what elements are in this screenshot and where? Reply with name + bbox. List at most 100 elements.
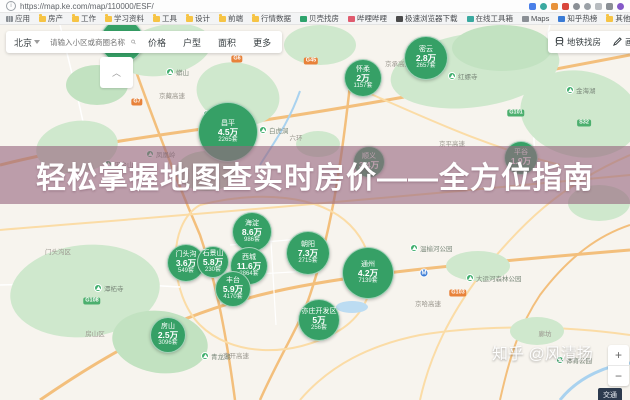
bookmark-item[interactable]: 其他书签: [606, 13, 630, 24]
filter-tab-4[interactable]: 更多: [253, 36, 271, 49]
zoom-control: + −: [608, 345, 629, 386]
poi-label: 潭柘寺: [104, 283, 124, 293]
bookmark-item[interactable]: 行情数据: [252, 13, 291, 24]
poi-pin[interactable]: 蟒山: [166, 67, 189, 77]
poi-label: 蟒山: [176, 67, 189, 77]
teal-extension-icon[interactable]: [540, 3, 547, 10]
bookmark-item[interactable]: 应用: [6, 13, 30, 24]
tool-label: 画圈找房: [625, 36, 630, 48]
history-icon[interactable]: [573, 3, 580, 10]
bookmark-item[interactable]: 哔哩哔哩: [348, 13, 387, 24]
star-icon[interactable]: [595, 3, 602, 10]
park-pin-icon: [410, 244, 418, 252]
bookmark-item[interactable]: 极速浏览器下载: [396, 13, 458, 24]
bookmark-label: 设计: [195, 13, 210, 24]
road-shield: G6: [231, 56, 242, 63]
bookmark-item[interactable]: 贝壳找房: [300, 13, 339, 24]
site-icon: [522, 16, 529, 22]
search-input[interactable]: [48, 37, 128, 48]
folder-icon: [252, 16, 259, 22]
bookmark-label: 贝壳找房: [309, 13, 339, 24]
bubble-price: 7.3万: [298, 249, 318, 258]
district-price-bubble[interactable]: 朝阳7.3万2715套: [286, 231, 330, 275]
bookmark-item[interactable]: 前端: [219, 13, 243, 24]
district-price-bubble[interactable]: 房山2.5万3096套: [150, 317, 186, 353]
zoom-in-button[interactable]: +: [608, 345, 629, 366]
poi-label: 白虎涧: [269, 125, 289, 135]
refresh-icon[interactable]: [584, 3, 591, 10]
district-price-bubble[interactable]: 通州4.2万7139套: [342, 247, 394, 299]
poi-pin[interactable]: 潭柘寺: [94, 283, 124, 293]
profile-avatar[interactable]: [617, 3, 624, 10]
park-pin-icon: [201, 352, 209, 360]
orange-extension-icon[interactable]: [551, 3, 558, 10]
district-price-bubble[interactable]: 海淀8.6万986套: [232, 212, 272, 252]
blue-extension-icon[interactable]: [529, 3, 536, 10]
map-label: 六环: [290, 132, 303, 142]
road-shield: G108: [83, 298, 100, 305]
tool-label: 地铁找房: [567, 36, 601, 48]
bookmark-item[interactable]: 设计: [186, 13, 210, 24]
bubble-listing-count: 2657套: [416, 63, 435, 70]
folder-icon: [72, 16, 79, 22]
park-area: [452, 25, 552, 71]
bookmark-label: 工作: [81, 13, 96, 24]
bookmark-label: 学习资料: [114, 13, 144, 24]
district-price-bubble[interactable]: 密云2.8万2657套: [404, 36, 448, 80]
collapse-panel-button[interactable]: ︿: [100, 57, 133, 88]
map-label: 房山区: [85, 328, 105, 338]
filter-tab-1[interactable]: 价格: [148, 36, 166, 49]
bookmark-item[interactable]: 工作: [72, 13, 96, 24]
poi-label: 青龙湖: [211, 351, 231, 361]
poi-label: 大运河森林公园: [476, 273, 522, 283]
map-label: 廊坊: [539, 328, 552, 338]
bookmark-item[interactable]: Maps: [522, 14, 549, 23]
poi-pin[interactable]: 金海湖: [566, 85, 596, 95]
filter-tab-2[interactable]: 户型: [183, 36, 201, 49]
tool-pen[interactable]: 画圈找房: [613, 36, 630, 48]
bookmark-item[interactable]: 房产: [39, 13, 63, 24]
city-selector[interactable]: 北京: [14, 36, 40, 49]
search-icon[interactable]: [131, 38, 136, 46]
url-text[interactable]: https://map.ke.com/map/110000/ESF/: [20, 2, 529, 11]
folder-icon: [219, 16, 226, 22]
bubble-price: 5.8万: [203, 258, 223, 267]
bookmark-item[interactable]: 工具: [153, 13, 177, 24]
metro-station-icon[interactable]: M: [420, 269, 429, 278]
bubble-price: 11.6万: [237, 262, 262, 271]
park-pin-icon: [94, 284, 102, 292]
bookmark-item[interactable]: 知乎热榜: [558, 13, 597, 24]
poi-pin[interactable]: 温榆河公园: [410, 243, 453, 253]
bookmark-label: 房产: [48, 13, 63, 24]
bubble-price: 3.6万: [176, 259, 196, 268]
bookmark-label: 前端: [228, 13, 243, 24]
map-search-toolbar: 北京 价格 户型 面积 更多: [6, 31, 282, 53]
road-shield: G45: [304, 58, 318, 65]
poi-pin[interactable]: 青龙湖: [201, 351, 231, 361]
chevron-down-icon: [34, 40, 40, 44]
bookmark-item[interactable]: 在线工具箱: [467, 13, 514, 24]
map-label: 京藏高速: [159, 90, 185, 100]
bookmark-label: 极速浏览器下载: [405, 13, 458, 24]
district-price-bubble[interactable]: 丰台5.9万4170套: [215, 271, 251, 307]
red-extension-icon[interactable]: [562, 3, 569, 10]
folder-icon: [153, 16, 160, 22]
bookmark-item[interactable]: 学习资料: [105, 13, 144, 24]
zoom-out-button[interactable]: −: [608, 366, 629, 386]
district-price-bubble[interactable]: 亦庄开发区5万256套: [298, 299, 340, 341]
bookmark-label: 工具: [162, 13, 177, 24]
sidebar-icon[interactable]: [606, 3, 613, 10]
tool-train[interactable]: 地铁找房: [555, 36, 601, 48]
poi-pin[interactable]: 红螺寺: [448, 71, 478, 81]
filter-tab-3[interactable]: 面积: [218, 36, 236, 49]
traffic-layer-button[interactable]: 交通: [598, 388, 622, 400]
park-pin-icon: [566, 86, 574, 94]
page-info-icon[interactable]: i: [6, 1, 16, 11]
bubble-listing-count: 3096套: [158, 340, 177, 347]
district-price-bubble[interactable]: 怀柔2万1157套: [344, 59, 382, 97]
poi-pin[interactable]: 白虎涧: [259, 125, 289, 135]
bubble-price: 5.9万: [223, 285, 243, 294]
bubble-listing-count: 549套: [178, 268, 194, 275]
bookmark-label: Maps: [531, 14, 549, 23]
poi-pin[interactable]: 大运河森林公园: [466, 273, 522, 283]
